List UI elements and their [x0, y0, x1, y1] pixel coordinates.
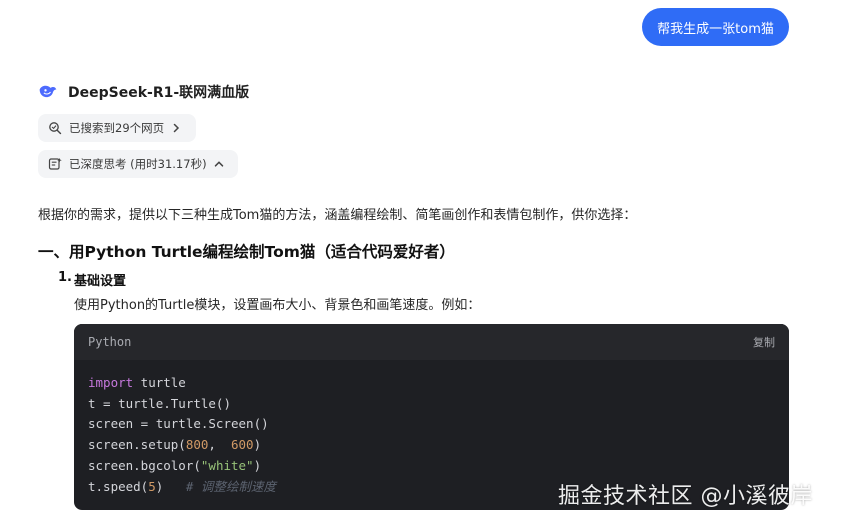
search-results-chip[interactable]: 已搜索到29个网页 — [38, 114, 196, 142]
chevron-right-icon — [173, 123, 180, 133]
code-line: screen.setup(800, 600) — [88, 437, 262, 453]
user-message-bubble: 帮我生成一张tom猫 — [642, 8, 789, 46]
answer-intro: 根据你的需求，提供以下三种生成Tom猫的方法，涵盖编程绘制、简笔画创作和表情包制… — [38, 208, 637, 223]
model-header: DeepSeek-R1-联网满血版 — [38, 82, 249, 102]
code-block-header: Python 复制 — [74, 324, 789, 360]
user-message-text: 帮我生成一张tom猫 — [657, 21, 774, 37]
code-line: t = turtle.Turtle() — [88, 395, 231, 411]
deep-think-label: 已深度思考 (用时31.17秒) — [69, 157, 207, 171]
deep-think-chip[interactable]: 已深度思考 (用时31.17秒) — [38, 150, 238, 178]
chat-page: 帮我生成一张tom猫 DeepSeek-R1-联网满血版 已搜索到29个网页 已… — [0, 0, 861, 523]
code-line: import turtle — [88, 375, 186, 390]
code-line: screen.bgcolor("white") — [88, 457, 262, 473]
section-heading: 一、用Python Turtle编程绘制Tom猫（适合代码爱好者） — [38, 243, 455, 261]
search-web-icon — [49, 122, 62, 135]
list-number: 1. — [58, 270, 72, 285]
chevron-up-icon — [214, 161, 223, 167]
watermark: 掘金技术社区 @小溪彼岸 — [558, 484, 813, 509]
copy-code-button[interactable]: 复制 — [753, 334, 775, 350]
model-name: DeepSeek-R1-联网满血版 — [68, 85, 250, 101]
search-results-label: 已搜索到29个网页 — [69, 121, 165, 135]
code-body: import turtle t = turtle.Turtle() screen =… — [74, 360, 789, 497]
code-language-label: Python — [88, 335, 132, 349]
deepseek-whale-icon — [39, 85, 57, 98]
list-item-description: 使用Python的Turtle模块，设置画布大小、背景色和画笔速度。例如： — [74, 298, 481, 313]
think-icon — [48, 158, 62, 170]
code-line: screen = turtle.Screen() — [88, 416, 269, 432]
list-item-title: 基础设置 — [74, 274, 127, 289]
